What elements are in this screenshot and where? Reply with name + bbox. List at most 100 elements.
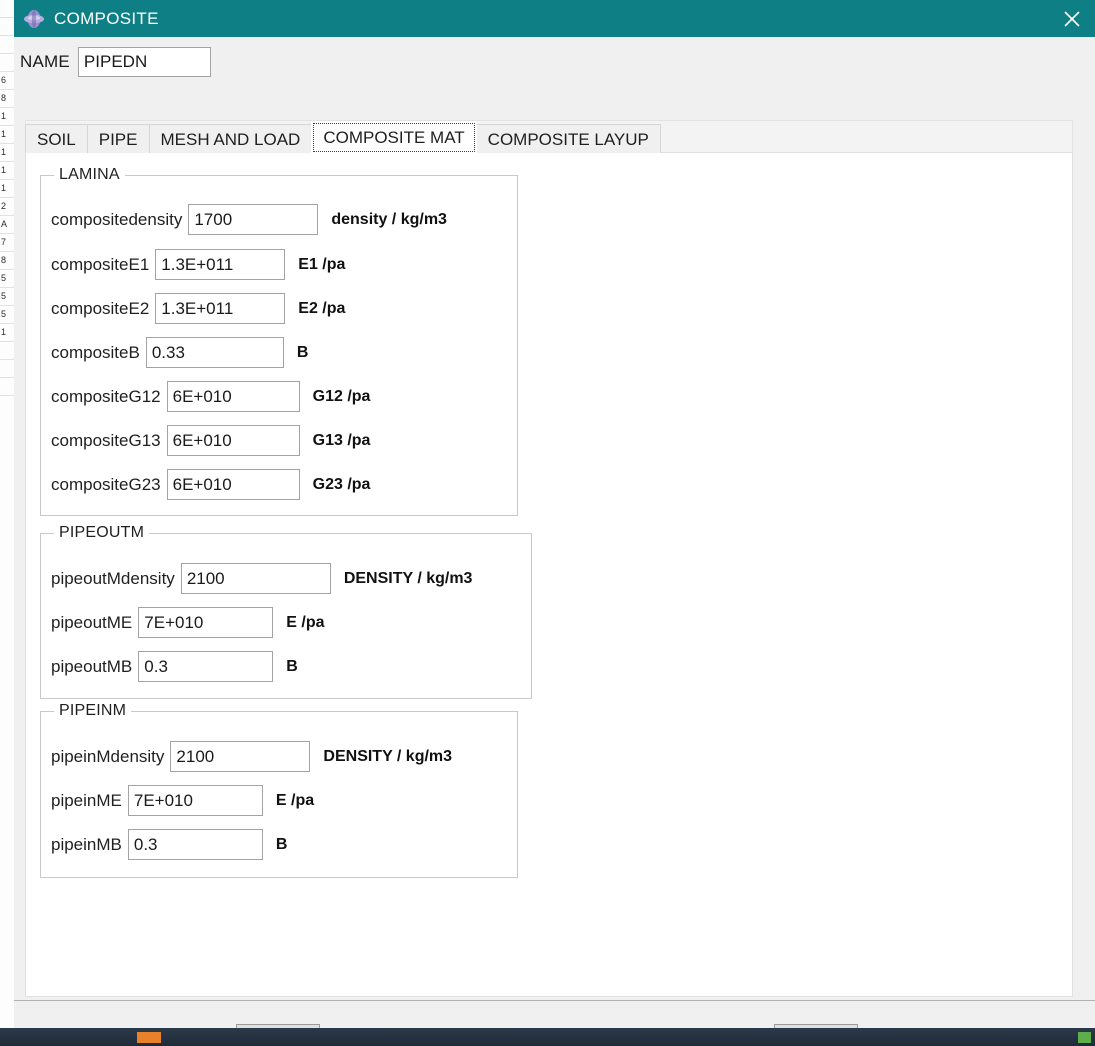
bg-row: 1	[0, 144, 14, 162]
tab-soil[interactable]: SOIL	[25, 124, 88, 153]
field-unit: DENSITY / kg/m3	[343, 569, 473, 587]
input-pipeoutMdensity[interactable]	[180, 563, 331, 594]
bg-row: 8	[0, 252, 14, 270]
field-unit: B	[296, 343, 309, 361]
bg-row: 1	[0, 180, 14, 198]
group-pipeoutm: PIPEOUTM pipeoutMdensity DENSITY / kg/m3…	[40, 524, 532, 699]
field-compositeG12: compositeG12 G12 /pa	[51, 381, 370, 412]
field-compositeG23: compositeG23 G23 /pa	[51, 469, 370, 500]
name-input[interactable]	[77, 47, 211, 77]
bg-row	[0, 378, 14, 396]
field-unit: E /pa	[286, 613, 325, 631]
bg-row	[0, 360, 14, 378]
field-label: pipeoutMdensity	[51, 568, 175, 588]
input-compositedensity[interactable]	[188, 204, 319, 235]
composite-mat-panel: LAMINA compositedensity density / kg/m3 …	[25, 152, 1073, 997]
field-unit: G23 /pa	[312, 475, 371, 493]
close-icon[interactable]	[1049, 0, 1095, 37]
bg-row: 1	[0, 324, 14, 342]
bg-row: 1	[0, 108, 14, 126]
bg-row: A	[0, 216, 14, 234]
field-label: compositedensity	[51, 209, 183, 229]
field-compositeE2: compositeE2 E2 /pa	[51, 293, 345, 324]
input-pipeoutMB[interactable]	[138, 651, 274, 682]
field-pipeoutMB: pipeoutMB B	[51, 651, 298, 682]
tab-strip: SOIL PIPE MESH AND LOAD COMPOSITE MAT CO…	[25, 120, 661, 154]
title-bar: COMPOSITE	[14, 0, 1095, 37]
composite-dialog-window: COMPOSITE NAME SOIL PIPE MESH AND LOAD C…	[14, 0, 1095, 1028]
field-unit: density / kg/m3	[331, 210, 447, 228]
bg-row: 8	[0, 90, 14, 108]
group-pipeinm: PIPEINM pipeinMdensity DENSITY / kg/m3 p…	[40, 702, 518, 878]
bg-row	[0, 342, 14, 360]
field-pipeinMdensity: pipeinMdensity DENSITY / kg/m3	[51, 741, 452, 772]
name-row: NAME	[20, 47, 211, 77]
group-pipeoutm-title: PIPEOUTM	[54, 524, 150, 542]
field-compositedensity: compositedensity density / kg/m3	[51, 204, 447, 235]
field-label: pipeoutMB	[51, 656, 133, 676]
field-label: pipeinME	[51, 790, 122, 810]
group-lamina-title: LAMINA	[54, 166, 125, 184]
input-compositeG13[interactable]	[166, 425, 300, 456]
field-label: compositeG13	[51, 430, 161, 450]
input-compositeE1[interactable]	[155, 249, 286, 280]
field-unit: G13 /pa	[312, 431, 371, 449]
group-lamina: LAMINA compositedensity density / kg/m3 …	[40, 166, 518, 516]
field-label: pipeoutME	[51, 612, 133, 632]
bg-row: 2	[0, 198, 14, 216]
background-app-left-strip: 68111112A785551	[0, 0, 15, 1028]
taskbar-item-green[interactable]	[1078, 1032, 1091, 1043]
footer-separator	[14, 1000, 1095, 1001]
bg-row: 5	[0, 288, 14, 306]
bg-row	[0, 0, 14, 18]
input-compositeG23[interactable]	[166, 469, 300, 500]
desktop-background: 68111112A785551 COMPOSITE NAME PIPEDN SO…	[0, 0, 1095, 1046]
field-label: compositeE2	[51, 298, 150, 318]
tab-composite-mat[interactable]: COMPOSITE MAT	[311, 121, 477, 154]
field-compositeB: compositeB B	[51, 337, 308, 368]
field-label: pipeinMB	[51, 834, 122, 854]
field-pipeoutME: pipeoutME E /pa	[51, 607, 325, 638]
bg-row	[0, 36, 14, 54]
input-compositeE2[interactable]	[155, 293, 286, 324]
taskbar-item-orange[interactable]	[137, 1032, 161, 1043]
tab-pipe[interactable]: PIPE	[86, 124, 150, 153]
bg-row: 1	[0, 162, 14, 180]
field-unit: B	[275, 835, 288, 853]
tab-composite-layup[interactable]: COMPOSITE LAYUP	[475, 124, 661, 153]
field-pipeoutMdensity: pipeoutMdensity DENSITY / kg/m3	[51, 563, 472, 594]
bg-row	[0, 18, 14, 36]
input-pipeinMdensity[interactable]	[170, 741, 311, 772]
field-label: pipeinMdensity	[51, 746, 165, 766]
field-pipeinMB: pipeinMB B	[51, 829, 287, 860]
field-compositeE1: compositeE1 E1 /pa	[51, 249, 345, 280]
bg-row: 5	[0, 306, 14, 324]
field-label: compositeE1	[51, 254, 150, 274]
field-label: compositeG12	[51, 386, 161, 406]
bg-row: 7	[0, 234, 14, 252]
window-title: COMPOSITE	[54, 8, 159, 28]
field-unit: E /pa	[275, 791, 315, 809]
taskbar	[0, 1028, 1095, 1046]
input-pipeoutME[interactable]	[138, 607, 274, 638]
field-unit: G12 /pa	[312, 387, 371, 405]
input-compositeB[interactable]	[145, 337, 284, 368]
bg-row	[0, 54, 14, 72]
tab-mesh-and-load[interactable]: MESH AND LOAD	[148, 124, 313, 153]
input-compositeG12[interactable]	[166, 381, 300, 412]
field-unit: E1 /pa	[298, 255, 346, 273]
field-compositeG13: compositeG13 G13 /pa	[51, 425, 370, 456]
field-unit: DENSITY / kg/m3	[323, 747, 453, 765]
input-pipeinMB[interactable]	[127, 829, 263, 860]
field-unit: E2 /pa	[298, 299, 346, 317]
dialog-client-area: NAME SOIL PIPE MESH AND LOAD COMPOSITE M…	[14, 37, 1095, 1028]
group-pipeinm-title: PIPEINM	[54, 702, 132, 720]
input-pipeinME[interactable]	[127, 785, 263, 816]
field-unit: B	[286, 657, 298, 675]
bg-row: 6	[0, 72, 14, 90]
field-label: compositeG23	[51, 474, 161, 494]
field-pipeinME: pipeinME E /pa	[51, 785, 314, 816]
bg-row: 5	[0, 270, 14, 288]
bg-row: 1	[0, 126, 14, 144]
field-label: compositeB	[51, 342, 140, 362]
